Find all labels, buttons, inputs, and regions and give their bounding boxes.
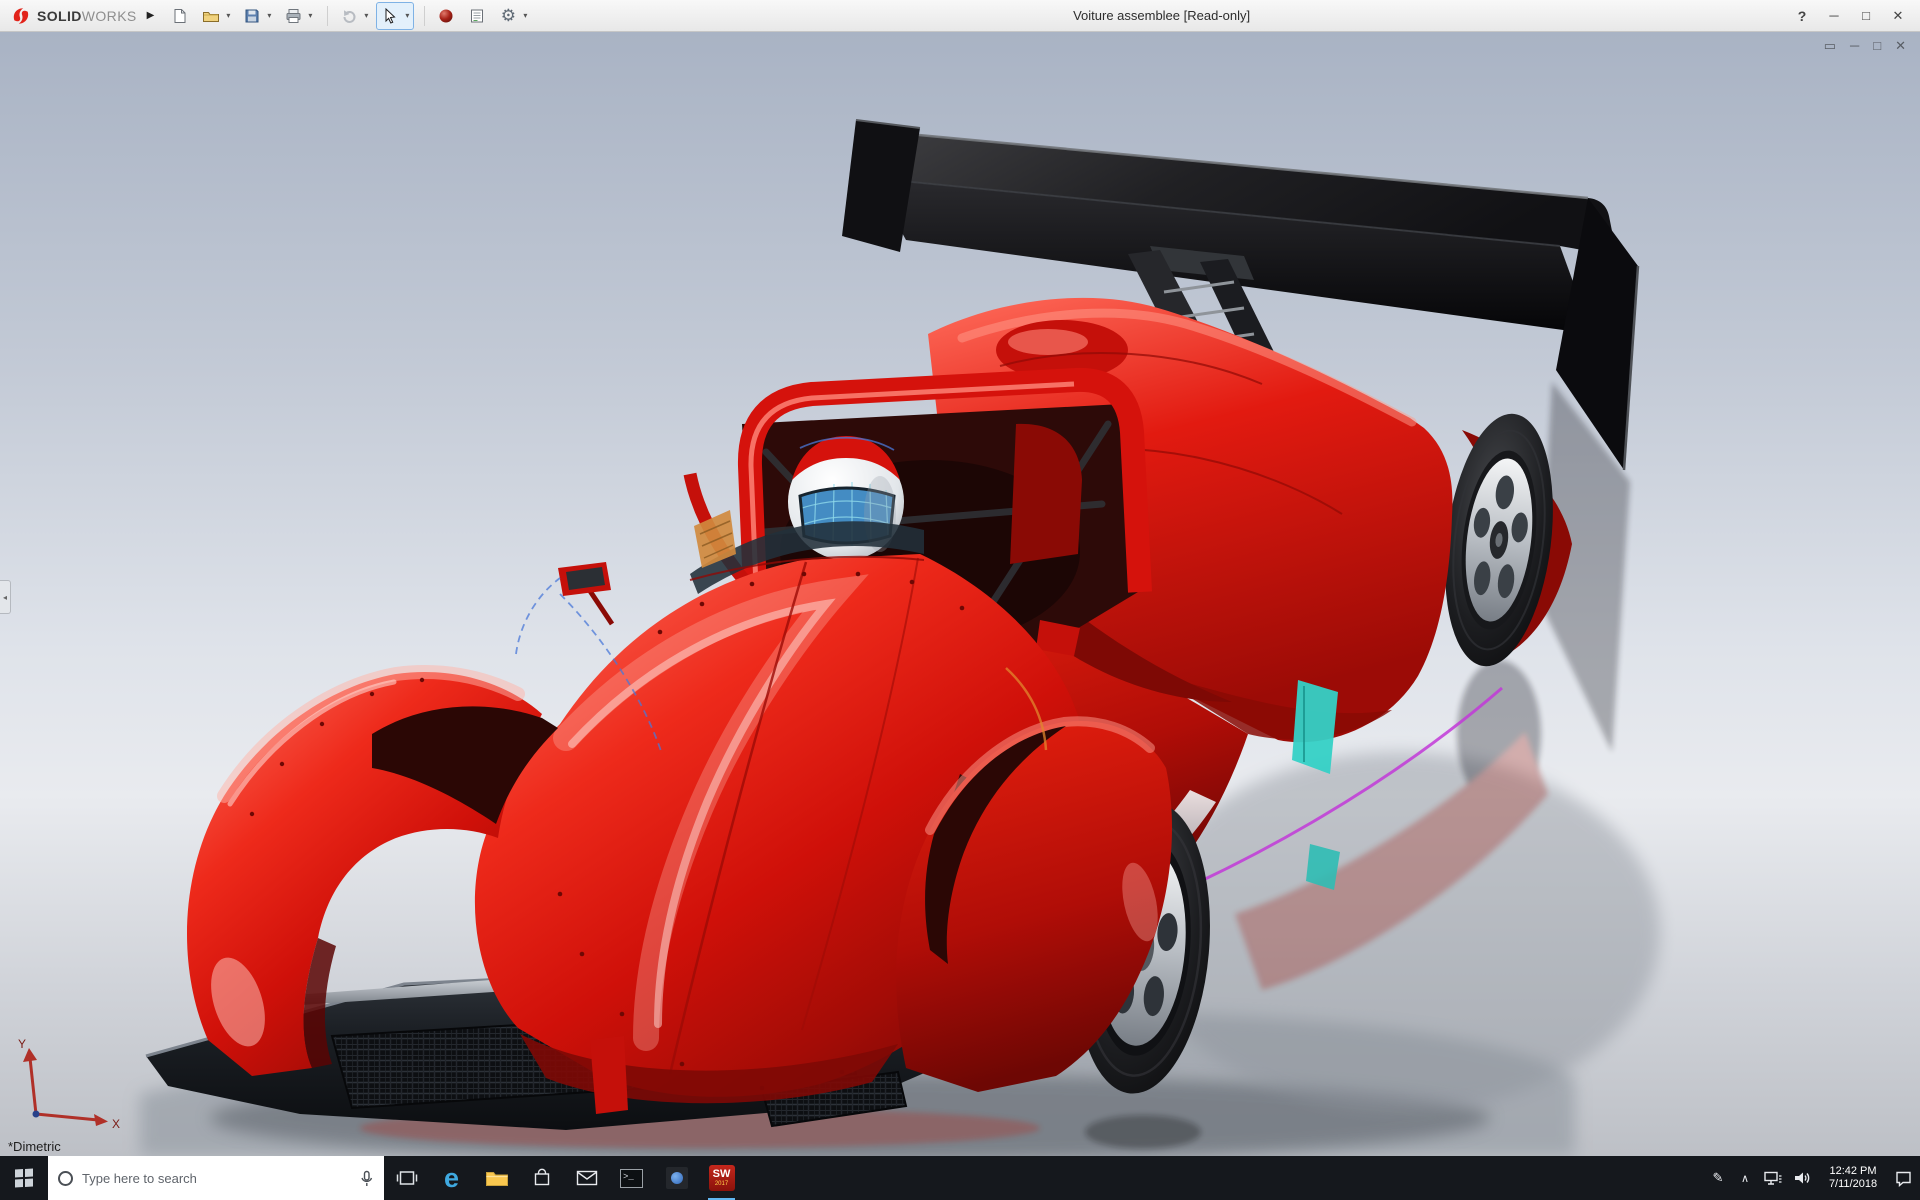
- solidworks-logo: SOLIDWORKS: [6, 5, 143, 27]
- undo-group: ▾: [335, 2, 373, 30]
- console-icon: >_: [620, 1168, 643, 1188]
- featuremanager-flyout-handle[interactable]: ◂: [0, 580, 11, 614]
- search-icon: [58, 1170, 73, 1186]
- new-document-group: [166, 2, 194, 30]
- print-dropdown-icon[interactable]: ▾: [305, 11, 315, 20]
- appearance-sphere-icon: [439, 9, 453, 22]
- select-group: ▾: [376, 1, 415, 30]
- options-button[interactable]: ⚙: [496, 4, 520, 28]
- graphics-viewport[interactable]: ▭ ─ □ ✕ ◂ X Y *Dimetric: [0, 32, 1920, 1156]
- document-properties-button[interactable]: [465, 4, 489, 28]
- windows-taskbar: e >_ SW 2017 ✎ ∧ 12:42 PM 7/11/2018: [0, 1156, 1920, 1200]
- save-button[interactable]: [240, 4, 264, 28]
- chevron-up-icon[interactable]: ∧: [1737, 1172, 1753, 1185]
- new-document-icon: [174, 8, 186, 23]
- file-explorer-button[interactable]: [474, 1156, 519, 1200]
- select-cursor-icon: [385, 7, 396, 24]
- tow-pylon[interactable]: [590, 1036, 628, 1114]
- triad-y-label: Y: [18, 1037, 26, 1051]
- window-controls: ? ─ □ ✕: [1786, 3, 1914, 29]
- doc-minimize-icon[interactable]: ─: [1850, 38, 1859, 54]
- solidworks-taskbar-button[interactable]: SW 2017: [699, 1156, 744, 1200]
- menu-expander-icon[interactable]: ▶: [147, 10, 155, 21]
- save-group: ▾: [238, 2, 276, 30]
- options-gear-icon: ⚙: [500, 6, 516, 25]
- pen-icon[interactable]: ✎: [1710, 1170, 1726, 1186]
- window-title: Voiture assemblee [Read-only]: [1073, 8, 1251, 23]
- doc-close-icon[interactable]: ✕: [1895, 38, 1906, 54]
- document-window-controls: ▭ ─ □ ✕: [1824, 38, 1906, 54]
- task-view-button[interactable]: [384, 1156, 429, 1200]
- maximize-button[interactable]: □: [1850, 3, 1882, 29]
- select-button[interactable]: [378, 4, 402, 28]
- edge-icon: e: [443, 1162, 460, 1193]
- minimize-button[interactable]: ─: [1818, 3, 1850, 29]
- clock-date: 7/11/2018: [1828, 1178, 1878, 1190]
- side-window[interactable]: [1292, 680, 1338, 774]
- taskbar-clock[interactable]: 12:42 PM 7/11/2018: [1822, 1165, 1884, 1191]
- clock-time: 12:42 PM: [1829, 1165, 1877, 1177]
- appearance-group: [432, 2, 460, 30]
- start-button[interactable]: [0, 1156, 48, 1200]
- help-button[interactable]: ?: [1786, 3, 1818, 29]
- task-view-icon: [396, 1171, 417, 1185]
- microphone-icon[interactable]: [359, 1170, 374, 1187]
- view-orientation-label: *Dimetric: [8, 1139, 61, 1154]
- network-icon[interactable]: [1764, 1171, 1782, 1186]
- file-explorer-icon: [485, 1172, 508, 1186]
- title-bar: SOLIDWORKS ▶ ▾ ▾ ▾ ▾ ▾ ⚙ ▾ Voiture assem…: [0, 0, 1920, 32]
- action-center-icon[interactable]: [1895, 1170, 1912, 1187]
- mail-button[interactable]: [564, 1156, 609, 1200]
- toolbar-separator: [327, 5, 329, 26]
- open-group: ▾: [197, 2, 235, 30]
- close-button[interactable]: ✕: [1882, 3, 1914, 29]
- edge-button[interactable]: e: [429, 1156, 474, 1200]
- select-dropdown-icon[interactable]: ▾: [402, 11, 412, 20]
- triad-x-label: X: [112, 1117, 120, 1131]
- save-dropdown-icon[interactable]: ▾: [264, 11, 274, 20]
- store-icon: [534, 1168, 549, 1186]
- new-document-button[interactable]: [168, 4, 192, 28]
- open-folder-icon: [203, 11, 220, 22]
- brand-text: SOLIDWORKS: [37, 7, 137, 24]
- photos-button[interactable]: [654, 1156, 699, 1200]
- document-properties-group: [463, 2, 491, 30]
- system-tray: ✎ ∧ 12:42 PM 7/11/2018: [1710, 1156, 1920, 1200]
- doc-maximize-icon[interactable]: □: [1873, 38, 1881, 54]
- ds-logo-icon: [13, 7, 29, 24]
- options-dropdown-icon[interactable]: ▾: [520, 11, 530, 20]
- options-group: ⚙ ▾: [494, 2, 532, 30]
- taskbar-search[interactable]: [48, 1156, 384, 1200]
- car-model-canvas[interactable]: [0, 32, 1920, 1156]
- print-group: ▾: [279, 2, 317, 30]
- reference-triad: X Y: [18, 1037, 120, 1131]
- undo-icon: [343, 9, 356, 23]
- store-button[interactable]: [519, 1156, 564, 1200]
- print-icon: [286, 8, 301, 23]
- rear-right-wheel[interactable]: [1432, 408, 1566, 673]
- console-button[interactable]: >_: [609, 1156, 654, 1200]
- doc-restore-icon[interactable]: ▭: [1824, 38, 1836, 54]
- appearance-button[interactable]: [434, 4, 458, 28]
- save-icon: [245, 9, 259, 22]
- photos-icon: [665, 1167, 688, 1189]
- undo-button[interactable]: [337, 4, 361, 28]
- open-button[interactable]: [199, 4, 223, 28]
- solidworks-app-icon: SW 2017: [708, 1165, 735, 1191]
- print-button[interactable]: [281, 4, 305, 28]
- document-properties-icon: [471, 9, 484, 22]
- undo-dropdown-icon[interactable]: ▾: [361, 11, 371, 20]
- left-mirror[interactable]: [558, 562, 615, 626]
- windows-logo-icon: [15, 1168, 33, 1188]
- mail-icon: [576, 1170, 597, 1186]
- volume-icon[interactable]: [1793, 1170, 1811, 1186]
- toolbar-separator: [424, 5, 426, 26]
- open-dropdown-icon[interactable]: ▾: [223, 11, 233, 20]
- search-input[interactable]: [82, 1170, 350, 1186]
